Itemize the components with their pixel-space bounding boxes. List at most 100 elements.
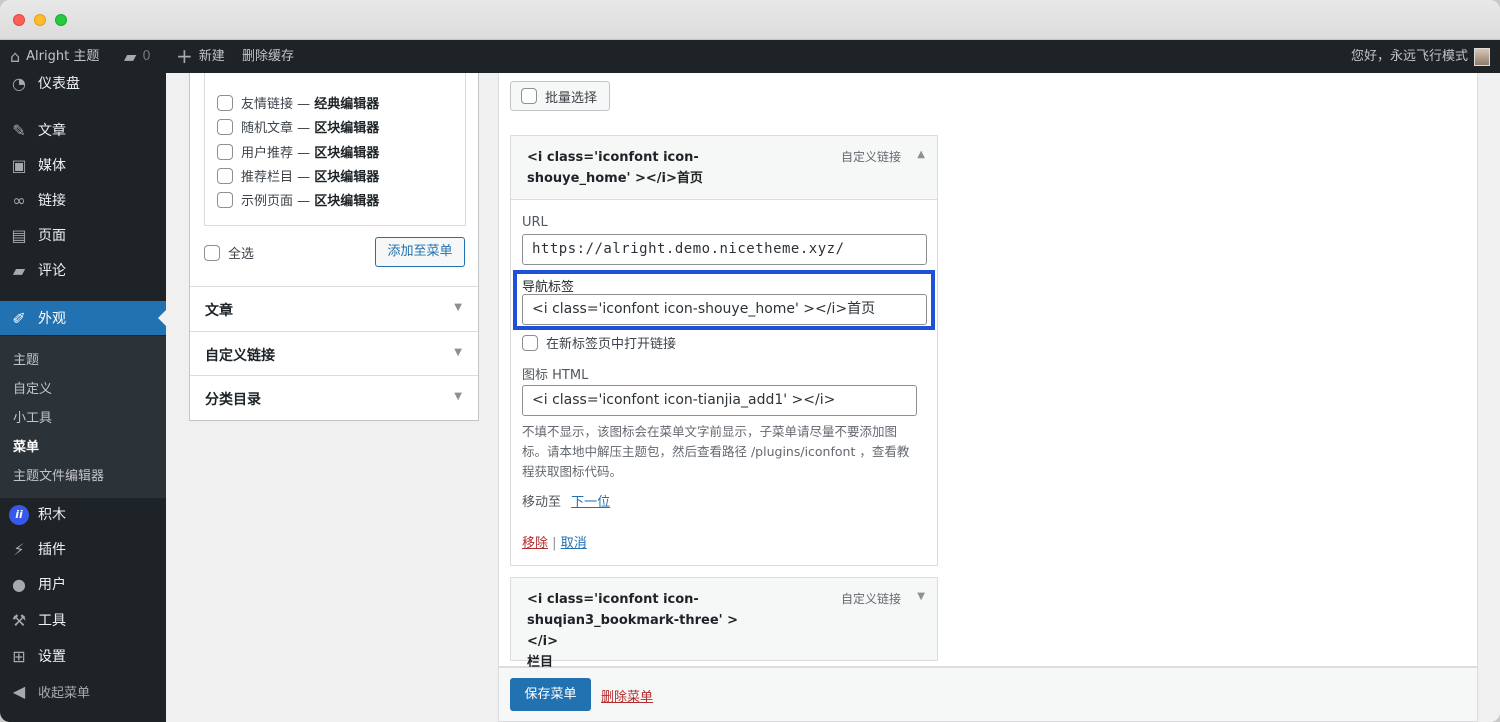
media-icon: ▣ (11, 155, 27, 175)
menu-item-header[interactable]: <i class='iconfont icon- shuqian3_bookma… (511, 578, 937, 670)
accordion-title: 文章 (205, 303, 233, 319)
editor-type: 区块编辑器 (314, 146, 380, 161)
editor-type: 区块编辑器 (314, 170, 380, 185)
list-item[interactable]: 推荐栏目 — 区块编辑器 (217, 166, 379, 185)
cancel-link[interactable]: 取消 (561, 536, 587, 551)
sidebar-item-jimu[interactable]: ii 积木 (0, 497, 166, 531)
browser-window: ⌂ Alright 主题 ▰ 0 + 新建 删除缓存 您好，永远飞行模式 ◔ 仪… (0, 0, 1500, 722)
sidebar-item-appearance[interactable]: ✐ 外观 (0, 301, 166, 335)
editor-type: 区块编辑器 (314, 121, 380, 136)
menu-item-bookmark: <i class='iconfont icon- shuqian3_bookma… (510, 577, 938, 670)
url-field[interactable]: https://alright.demo.nicetheme.xyz/ (522, 234, 927, 265)
submenu-item-menus[interactable]: 菜单 (13, 436, 39, 455)
sidebar-item-comments[interactable]: ▰ 评论 (0, 253, 166, 287)
save-menu-button[interactable]: 保存菜单 (510, 678, 591, 711)
page-name: 推荐栏目 (241, 170, 294, 185)
collapse-menu-label: 收起菜单 (38, 685, 91, 701)
list-item[interactable]: 友情链接 — 经典编辑器 (217, 93, 379, 112)
menu-item-home: <i class='iconfont icon- shouye_home' ><… (510, 135, 938, 566)
page-name: 示例页面 (241, 194, 294, 209)
menu-structure-panel: 批量选择 <i class='iconfont icon- shouye_hom… (498, 73, 1478, 670)
sidebar-item-label: 工具 (38, 613, 66, 629)
appearance-submenu: 主题 自定义 小工具 菜单 主题文件编辑器 (0, 336, 166, 498)
pages-checklist: 友情链接 — 经典编辑器 随机文章 — 区块编辑器 用户推荐 — 区块编辑器 推… (204, 73, 466, 226)
sidebar-item-settings[interactable]: ⊞ 设置 (0, 639, 166, 673)
new-label: 新建 (198, 49, 225, 64)
collapse-icon: ◀ (12, 681, 26, 701)
settings-icon: ⊞ (12, 646, 26, 666)
item-actions: 移除 | 取消 (522, 536, 587, 551)
new-tab-checkbox[interactable] (522, 334, 538, 351)
menu-item-title: <i class='iconfont icon- shuqian3_bookma… (527, 592, 739, 670)
sidebar-item-media[interactable]: ▣ 媒体 (0, 148, 166, 182)
wrench-icon: ⚒ (11, 610, 27, 630)
nav-label-field[interactable]: <i class='iconfont icon-shouye_home' ></… (522, 294, 927, 325)
bulk-select-checkbox[interactable] (521, 88, 537, 104)
main-content: 友情链接 — 经典编辑器 随机文章 — 区块编辑器 用户推荐 — 区块编辑器 推… (166, 73, 1500, 722)
collapse-menu-button[interactable]: ◀ 收起菜单 (0, 674, 166, 708)
submenu-item-widgets[interactable]: 小工具 (13, 407, 52, 426)
maximize-window-button[interactable] (55, 14, 67, 26)
jimu-icon: ii (0, 503, 38, 525)
chevron-up-icon[interactable]: ▲ (917, 149, 925, 160)
select-all-checkbox[interactable] (204, 244, 220, 261)
add-to-menu-button[interactable]: 添加至菜单 (375, 237, 465, 267)
sidebar-item-tools[interactable]: ⚒ 工具 (0, 603, 166, 637)
page-checkbox[interactable] (217, 167, 233, 184)
chevron-down-icon: ▼ (454, 302, 462, 313)
page-checkbox[interactable] (217, 191, 233, 208)
list-item[interactable]: 随机文章 — 区块编辑器 (217, 117, 379, 136)
sidebar-item-pages[interactable]: ▤ 页面 (0, 218, 166, 252)
sidebar-item-posts[interactable]: ✎ 文章 (0, 113, 166, 147)
accordion-title: 分类目录 (205, 392, 261, 408)
sidebar-item-plugins[interactable]: ⚡ 插件 (0, 532, 166, 566)
pin-icon: ✎ (12, 120, 26, 140)
account-menu[interactable]: 您好，永远飞行模式 (1351, 40, 1490, 73)
page-checkbox[interactable] (217, 118, 233, 135)
avatar (1474, 47, 1490, 66)
editor-type: 区块编辑器 (314, 194, 380, 209)
sidebar-item-links[interactable]: ∞ 链接 (0, 183, 166, 217)
move-next-link[interactable]: 下一位 (571, 495, 610, 510)
sidebar-item-label: 链接 (38, 193, 66, 209)
accordion-categories[interactable]: 分类目录 ▼ (190, 375, 478, 420)
list-item[interactable]: 用户推荐 — 区块编辑器 (217, 142, 379, 161)
menu-item-type: 自定义链接 (840, 592, 901, 606)
icon-html-label: 图标 HTML (522, 368, 589, 383)
bulk-select-button[interactable]: 批量选择 (510, 81, 610, 111)
page-checkbox[interactable] (217, 94, 233, 111)
dashboard-icon: ◔ (12, 73, 26, 93)
sidebar-item-label: 媒体 (38, 158, 66, 174)
new-content-link[interactable]: + 新建 (176, 40, 225, 73)
admin-bar: ⌂ Alright 主题 ▰ 0 + 新建 删除缓存 您好，永远飞行模式 (0, 40, 1500, 73)
user-icon: ● (12, 574, 26, 594)
list-item[interactable]: 示例页面 — 区块编辑器 (217, 190, 379, 209)
open-new-tab-option[interactable]: 在新标签页中打开链接 (522, 333, 676, 352)
accordion-custom-links[interactable]: 自定义链接 ▼ (190, 331, 478, 376)
chevron-down-icon: ▼ (454, 391, 462, 402)
page-icon: ▤ (11, 225, 27, 245)
minimize-window-button[interactable] (34, 14, 46, 26)
icon-html-field[interactable]: <i class='iconfont icon-tianjia_add1' ><… (522, 385, 917, 416)
delete-menu-link[interactable]: 删除菜单 (601, 686, 653, 705)
sidebar-item-users[interactable]: ● 用户 (0, 567, 166, 601)
menu-item-header[interactable]: <i class='iconfont icon- shouye_home' ><… (511, 136, 937, 199)
sidebar-item-dashboard[interactable]: ◔ 仪表盘 (0, 66, 166, 100)
plus-icon: + (176, 44, 193, 68)
close-window-button[interactable] (13, 14, 25, 26)
chevron-down-icon[interactable]: ▼ (917, 591, 925, 602)
select-all[interactable]: 全选 (204, 243, 254, 262)
new-tab-label: 在新标签页中打开链接 (546, 337, 677, 352)
sidebar-item-label: 文章 (38, 123, 66, 139)
remove-link[interactable]: 移除 (522, 536, 548, 551)
clear-cache-link[interactable]: 删除缓存 (242, 40, 294, 73)
brush-icon: ✐ (12, 308, 26, 328)
submenu-item-themes[interactable]: 主题 (13, 349, 39, 368)
sidebar-item-label: 积木 (38, 507, 66, 523)
submenu-item-customize[interactable]: 自定义 (13, 378, 52, 397)
accordion-posts[interactable]: 文章 ▼ (190, 286, 478, 331)
page-checkbox[interactable] (217, 143, 233, 160)
icon-help-text: 不填不显示，该图标会在菜单文字前显示，子菜单请尽量不要添加图标。请本地中解压主题… (522, 424, 910, 479)
submenu-item-theme-editor[interactable]: 主题文件编辑器 (13, 465, 104, 484)
active-indicator (158, 310, 166, 326)
